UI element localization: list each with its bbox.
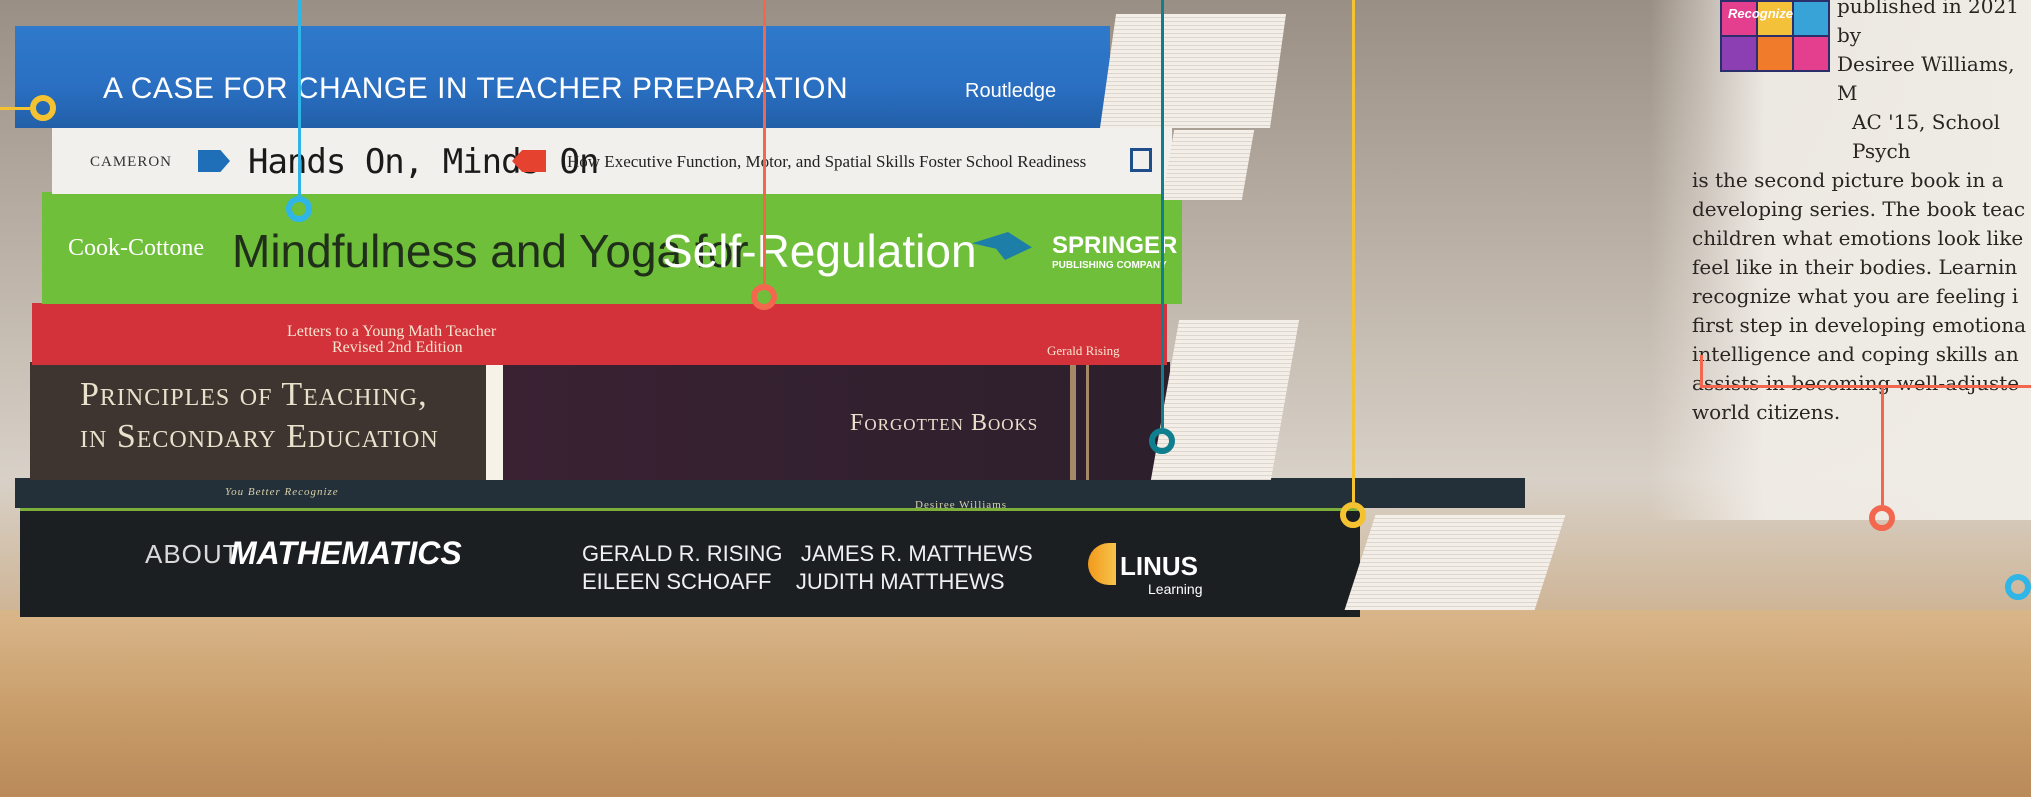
callout-line: AC '15, School Psych [1852,110,2001,163]
springer-logo-icon [972,232,1032,260]
book-pages [1150,320,1300,480]
book-principles-of-teaching: Principles of Teaching, in Secondary Edu… [30,362,1170,480]
book-about-mathematics: ABOUT MATHEMATICS GERALD R. RISING JAMES… [20,505,1360,617]
book-title-prefix: ABOUT [145,539,240,569]
book-publisher: LINUS [1120,551,1198,581]
connector-line [1700,355,1703,385]
book-author: Desiree Williams [915,499,1008,511]
book-title: You Better Recognize [225,486,339,498]
callout-text: published in 2021 by Desiree Williams, M… [1692,0,2031,427]
callout-line: first step in developing emotiona [1692,313,2027,337]
spine-stripe [1086,362,1089,480]
hotspot-marker-coral[interactable] [751,284,777,310]
callout-line: world citizens. [1692,400,1841,424]
book-hands-on-minds-on: CAMERON Hands On, Minds On How Executive… [52,128,1172,194]
book-author: CAMERON [90,154,173,170]
hotspot-marker-yellow[interactable] [1340,502,1366,528]
book-publisher-sub: PUBLISHING COMPANY [1052,260,1167,271]
spine-stripe [1070,362,1076,480]
book-authors-line1: GERALD R. RISING JAMES R. MATTHEWS [582,541,1033,566]
connector-line [298,0,301,196]
linus-logo-icon [1088,543,1116,585]
connector-line [1700,385,2031,388]
hotspot-marker-cyan[interactable] [2005,574,2031,600]
callout-line: Desiree Williams, M [1837,52,2015,105]
book-pages [1099,14,1287,128]
book-subtitle: How Executive Function, Motor, and Spati… [567,152,1087,171]
wooden-table [0,610,2031,797]
hotspot-marker-yellow[interactable] [30,95,56,121]
book-mindfulness-yoga: Cook-Cottone Mindfulness and Yoga for Se… [42,192,1182,304]
callout-line: developing series. The book teac [1692,197,2026,221]
book-you-better-recognize: You Better Recognize Desiree Williams [15,478,1525,511]
callout-line: assists in becoming well-adjuste [1692,371,2020,395]
callout-line: recognize what you are feeling i [1692,284,2019,308]
book-title-line2: in Secondary Education [80,418,439,455]
callout-line: published in 2021 by [1837,0,2019,47]
book-author: Cook-Cottone [68,235,204,261]
publisher-logo-icon [1130,148,1152,172]
book-publisher: Forgotten Books [850,410,1039,436]
photo-scene: ABOUT MATHEMATICS GERALD R. RISING JAMES… [0,0,2031,797]
book-title: MATHEMATICS [230,535,462,571]
book-author: Gerald Rising [1047,343,1120,358]
book-title-highlight: Self-Regulation [662,225,977,277]
book-title-line1: Principles of Teaching, [80,376,428,413]
book-publisher-sub: Learning [1148,581,1203,597]
callout-line: children what emotions look like [1692,226,2024,250]
hotspot-marker-teal[interactable] [1149,428,1175,454]
book-title-line2: Revised 2nd Edition [332,339,463,356]
book-publisher: Routledge [965,80,1057,102]
callout-line: feel like in their bodies. Learnin [1692,255,2018,279]
book-pages [1344,515,1566,610]
book-letters-young-math-teacher: Letters to a Young Math Teacher Revised … [32,303,1167,365]
book-authors-line2: EILEEN SCHOAFF JUDITH MATTHEWS [582,569,1005,594]
book-title: A CASE FOR CHANGE IN TEACHER PREPARATION [103,72,849,105]
callout-line: is the second picture book in a [1692,168,2004,192]
hotspot-marker-cyan[interactable] [286,196,312,222]
connector-line [1352,0,1355,502]
connector-line [0,107,30,110]
connector-line [1161,0,1164,428]
book-pages [1161,130,1255,200]
book-publisher: SPRINGER [1052,232,1178,259]
book-case-for-change: A CASE FOR CHANGE IN TEACHER PREPARATION… [15,26,1110,128]
arrow-right-icon [198,150,230,172]
callout-line: intelligence and coping skills an [1692,342,2019,366]
hotspot-marker-coral[interactable] [1869,505,1895,531]
connector-line [1881,385,1884,505]
connector-line [763,0,766,284]
